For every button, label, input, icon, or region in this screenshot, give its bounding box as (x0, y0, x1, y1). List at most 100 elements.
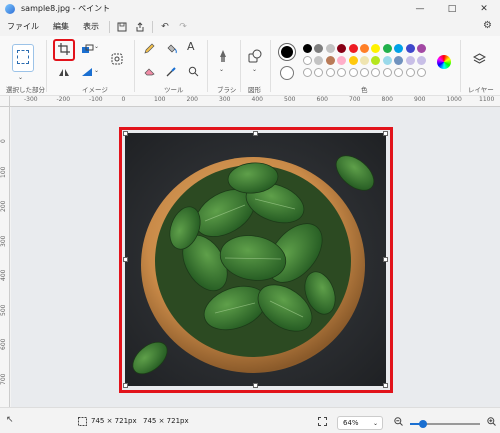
color-swatch[interactable] (417, 56, 426, 65)
brush-dropdown-icon[interactable]: ⌄ (219, 66, 224, 73)
color-swatch[interactable] (382, 44, 392, 53)
group-label-brushes: ブラシ (217, 86, 237, 94)
resize-handle-left[interactable] (123, 257, 128, 262)
menu-view[interactable]: 表示 (76, 17, 106, 36)
color-swatch[interactable] (303, 44, 312, 53)
resize-handle-top[interactable] (253, 131, 258, 136)
color-swatch[interactable] (417, 44, 426, 53)
ribbon-separator (46, 40, 47, 92)
settings-gear-icon[interactable]: ⚙ (483, 20, 492, 31)
canvas-image[interactable] (125, 133, 386, 386)
ruler-label: 0 (0, 139, 7, 143)
magnifier-icon[interactable] (187, 65, 199, 77)
ruler-label: 500 (284, 96, 296, 103)
share-icon[interactable] (131, 17, 149, 36)
maximize-button[interactable]: □ (436, 0, 468, 17)
color-picker-icon[interactable] (165, 65, 177, 77)
ruler-label: 600 (316, 96, 328, 103)
zoom-slider-thumb[interactable] (418, 420, 427, 428)
resize-handle-top-left[interactable] (123, 131, 128, 136)
redo-icon[interactable]: ↷ (174, 17, 192, 36)
secondary-color-swatch[interactable] (280, 66, 294, 80)
color-swatch[interactable] (325, 44, 335, 53)
ruler-label: 700 (349, 96, 361, 103)
resize-handle-top-right[interactable] (383, 131, 388, 136)
ruler-corner (0, 96, 10, 107)
resize-dropdown-icon[interactable]: ⌄ (94, 43, 99, 50)
rotate-dropdown-icon[interactable]: ⌄ (94, 67, 99, 74)
chevron-down-icon: ⌄ (372, 419, 378, 427)
ruler-label: -300 (24, 96, 38, 103)
color-swatch[interactable] (405, 56, 415, 65)
menu-file[interactable]: ファイル (0, 17, 46, 36)
custom-color-slot[interactable] (382, 68, 392, 77)
fit-to-window-icon[interactable] (317, 416, 327, 426)
resize-handle-right[interactable] (383, 257, 388, 262)
color-swatch[interactable] (348, 44, 358, 53)
color-swatch[interactable] (405, 44, 415, 53)
color-swatch[interactable] (382, 56, 392, 65)
zoom-in-icon[interactable] (486, 416, 496, 426)
color-swatch[interactable] (325, 56, 335, 65)
group-label-colors: 色 (361, 86, 368, 94)
zoom-out-icon[interactable] (393, 416, 403, 426)
flip-icon[interactable] (57, 67, 71, 77)
undo-icon[interactable]: ↶ (156, 17, 174, 36)
image-select-icon[interactable] (110, 52, 124, 66)
resize-handle-bottom-left[interactable] (123, 383, 128, 388)
window-title: sample8.jpg - ペイント (21, 4, 111, 13)
ribbon-separator (270, 40, 271, 92)
ruler-label: 900 (414, 96, 426, 103)
menu-edit[interactable]: 編集 (46, 17, 76, 36)
text-tool-icon[interactable]: A (187, 40, 195, 53)
custom-color-slot[interactable] (325, 68, 335, 77)
shapes-icon[interactable] (247, 48, 263, 64)
color-swatch[interactable] (348, 56, 358, 65)
selection-size-icon (77, 416, 87, 426)
color-swatch[interactable] (360, 44, 369, 53)
vertical-ruler: 0 100 200 300 400 500 600 700 (0, 107, 10, 407)
edit-colors-icon[interactable] (437, 55, 451, 69)
color-swatch[interactable] (360, 56, 369, 65)
ruler-label: 300 (0, 235, 7, 247)
close-button[interactable]: ✕ (468, 0, 500, 17)
crop-highlight-frame (53, 39, 75, 61)
selection-dropdown-icon[interactable]: ⌄ (18, 74, 23, 81)
layers-icon[interactable] (472, 52, 486, 66)
resize-handle-bottom-right[interactable] (383, 383, 388, 388)
status-bar: ↖ 745 × 721px 745 × 721px 64% ⌄ (0, 407, 500, 433)
zoom-select[interactable]: 64% ⌄ (337, 416, 383, 430)
resize-handle-bottom[interactable] (253, 383, 258, 388)
rotate-icon[interactable] (80, 66, 94, 78)
eraser-icon[interactable] (143, 65, 155, 77)
color-swatch[interactable] (303, 56, 312, 65)
selection-tool-button[interactable] (12, 44, 34, 72)
ruler-label: 200 (0, 200, 7, 212)
primary-color-swatch[interactable] (279, 44, 295, 60)
spinach-bowl-photo (125, 133, 386, 386)
custom-color-slot[interactable] (417, 68, 426, 77)
custom-color-slot[interactable] (405, 68, 415, 77)
ruler-label: 300 (219, 96, 231, 103)
custom-color-slot[interactable] (360, 68, 369, 77)
brush-icon[interactable] (216, 48, 230, 64)
selection-rect-icon (17, 50, 29, 64)
fill-bucket-icon[interactable] (165, 42, 177, 54)
pencil-icon[interactable] (143, 42, 155, 54)
group-label-selection: 選択した部分 (6, 86, 45, 94)
save-icon[interactable] (113, 17, 131, 36)
menu-bar: ファイル 編集 表示 ↶ ↷ ⚙ (0, 17, 500, 36)
ruler-label: 400 (251, 96, 263, 103)
ruler-label: -200 (56, 96, 71, 103)
minimize-button[interactable]: — (404, 0, 436, 17)
selection-size-text: 745 × 721px (91, 417, 137, 425)
shapes-dropdown-icon[interactable]: ⌄ (252, 66, 257, 73)
custom-color-slot[interactable] (348, 68, 358, 77)
ruler-label: 200 (186, 96, 198, 103)
custom-color-slot[interactable] (303, 68, 312, 77)
menu-separator (152, 20, 153, 33)
zoom-slider[interactable] (410, 420, 480, 428)
group-label-tools: ツール (164, 86, 184, 94)
resize-icon[interactable] (80, 43, 94, 55)
ruler-label: 600 (0, 338, 7, 350)
